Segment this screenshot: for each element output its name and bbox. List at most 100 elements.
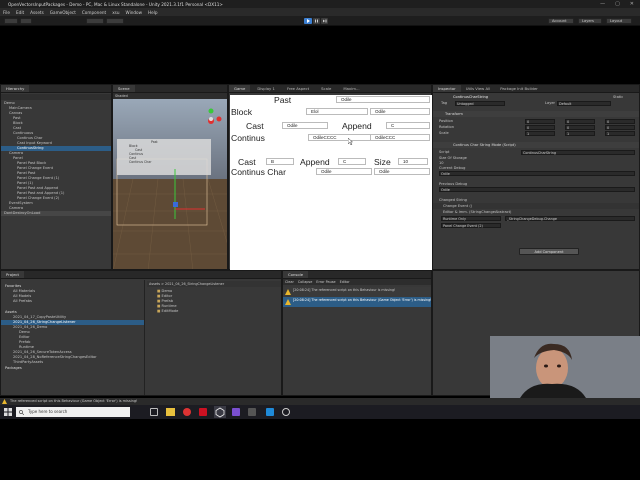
input-past[interactable]: Odile [336, 96, 430, 103]
pivot-toggle[interactable] [86, 18, 104, 24]
add-component-button[interactable]: Add Component [519, 248, 579, 255]
hand-tool-button[interactable] [4, 18, 18, 24]
project-breadcrumb[interactable]: Assets > 2021_04_26_StringChangeListener [147, 281, 281, 287]
label-append-2: Append [300, 157, 330, 167]
console-message[interactable]: [20:08:24] The referenced script on this… [283, 287, 431, 297]
clear-button[interactable]: Clear [285, 280, 294, 284]
aspect-dropdown[interactable]: Free Aspect [282, 85, 314, 92]
menu-component[interactable]: Component [82, 10, 106, 15]
input-continus-1[interactable]: OdileCCCC [308, 134, 372, 141]
pause-button[interactable] [313, 18, 320, 24]
hierarchy-search[interactable] [1, 94, 111, 100]
input-continus-char-1[interactable]: Odile [316, 168, 372, 175]
input-size[interactable]: 10 [398, 158, 428, 165]
warning-icon [2, 399, 7, 404]
window-title-bar: OpenVectorsInputPackages - Demo - PC, Ma… [0, 0, 640, 8]
step-button[interactable] [321, 18, 328, 24]
maximize-button[interactable]: ▢ [615, 1, 620, 7]
app-icon-grey[interactable] [248, 408, 256, 416]
project-panel: Project Favorites All Materials All Mode… [0, 270, 282, 396]
input-block-1[interactable]: Elol [306, 108, 368, 115]
favorite-item[interactable]: All Prefabs [1, 299, 144, 304]
window-title: OpenVectorsInputPackages - Demo - PC, Ma… [8, 1, 223, 7]
current-debug-field[interactable]: Odile [439, 171, 635, 176]
layers-dropdown[interactable]: Layers [578, 18, 602, 24]
hierarchy-item[interactable]: DontDestroyOnLoad [1, 211, 111, 216]
transform-header[interactable]: Transform [433, 111, 639, 117]
scale-z[interactable]: 1 [605, 131, 635, 136]
app-icon-red[interactable] [183, 408, 191, 416]
minimize-button[interactable]: — [600, 1, 605, 7]
menu-gameobject[interactable]: GameObject [50, 10, 76, 15]
game-view[interactable]: Past Odile Block Elol Odile Cast Odile A… [230, 95, 432, 270]
windows-start-icon[interactable] [4, 408, 12, 416]
scale-x[interactable]: 1 [525, 131, 555, 136]
collapse-toggle[interactable]: Collapse [298, 280, 312, 284]
input-block-2[interactable]: Odile [370, 108, 430, 115]
menu-help[interactable]: Help [148, 10, 158, 15]
maximize-toggle[interactable]: Maxim... [338, 85, 364, 92]
search-icon [19, 410, 24, 415]
scene-ui-preview: Past Block Cast Continus Cast Continus C… [129, 140, 207, 164]
task-view-icon[interactable] [150, 408, 158, 416]
menu-file[interactable]: File [3, 10, 10, 15]
tab-package-builder[interactable]: Package Init Builder [495, 85, 543, 92]
menu-edit[interactable]: Edit [16, 10, 24, 15]
input-append-2[interactable]: C [338, 158, 366, 165]
taskbar-search[interactable]: Type here to search [16, 407, 130, 417]
input-continus-char-2[interactable]: Odile [374, 168, 430, 175]
input-cast-2[interactable]: B [266, 158, 294, 165]
tab-console[interactable]: Console [283, 271, 309, 278]
label-continus-char: Continus Char [231, 167, 286, 177]
tab-scene[interactable]: Scene [113, 85, 135, 92]
error-pause-toggle[interactable]: Error Pause [316, 280, 335, 284]
tab-project[interactable]: Project [1, 271, 24, 278]
runtime-dropdown[interactable]: Runtime Only [441, 216, 501, 221]
tag-dropdown[interactable]: Untagged [455, 101, 505, 106]
layer-dropdown[interactable]: Default [557, 101, 611, 106]
tab-inspector[interactable]: Inspector [433, 85, 461, 92]
folder-item[interactable]: ■ EditMode [149, 309, 279, 314]
display-dropdown[interactable]: Display 1 [252, 85, 280, 92]
tab-hierarchy[interactable]: Hierarchy [1, 85, 30, 92]
scene-viewport[interactable] [113, 99, 228, 270]
input-cast[interactable]: Odile [282, 122, 328, 129]
unity-icon[interactable] [214, 406, 226, 418]
account-dropdown[interactable]: Account [548, 18, 574, 24]
menu-xsu[interactable]: xsu [112, 10, 119, 15]
label-continus: Continus [231, 133, 265, 143]
taskbar: Type here to search [0, 405, 640, 419]
close-button[interactable]: ✕ [630, 1, 634, 7]
asset-folder[interactable]: ThirdPartyAssets [1, 360, 144, 365]
label-past: Past [274, 95, 292, 105]
status-message[interactable]: The referenced script on this Behaviour … [10, 399, 137, 403]
editor-dropdown[interactable]: Editor [340, 280, 350, 284]
console-message-selected[interactable]: [20:08:24] The referenced script on this… [283, 297, 431, 307]
menu-assets[interactable]: Assets [30, 10, 44, 15]
tab-utils-view[interactable]: Utils View All [461, 85, 496, 92]
scale-slider[interactable]: Scale [316, 85, 336, 92]
scene-panel: Scene Shaded Past Block Cast Continus Ca… [112, 84, 228, 270]
scale-y[interactable]: 1 [565, 131, 595, 136]
vscode-icon[interactable] [266, 408, 274, 416]
file-explorer-icon[interactable] [166, 408, 175, 416]
function-dropdown[interactable]: _StringChangeDebug.Change [505, 216, 635, 221]
input-continus-2[interactable]: OdileCCC [370, 134, 430, 141]
global-toggle[interactable] [106, 18, 124, 24]
shading-mode[interactable]: Shaded [115, 94, 128, 98]
play-button[interactable] [304, 18, 312, 24]
visual-studio-icon[interactable] [232, 408, 240, 416]
settings-icon[interactable] [282, 408, 290, 416]
layout-dropdown[interactable]: Layout [606, 18, 632, 24]
menu-window[interactable]: Window [126, 10, 143, 15]
input-append[interactable]: C [386, 122, 430, 129]
app-icon-red-2[interactable] [199, 408, 207, 416]
hierarchy-tree: Demo MainCamera Canvas Past Block Cast C… [1, 101, 111, 269]
previous-debug-field[interactable]: Odile [439, 187, 635, 192]
event-object-field[interactable]: Panel Change Event (2) [441, 223, 501, 228]
move-tool-button[interactable] [20, 18, 32, 24]
script-component-header[interactable]: Continus Char String Mode (Script) [433, 142, 639, 148]
unity-logo-icon [215, 407, 225, 418]
packages-header[interactable]: Packages [1, 366, 144, 371]
tab-game[interactable]: Game [229, 85, 251, 92]
